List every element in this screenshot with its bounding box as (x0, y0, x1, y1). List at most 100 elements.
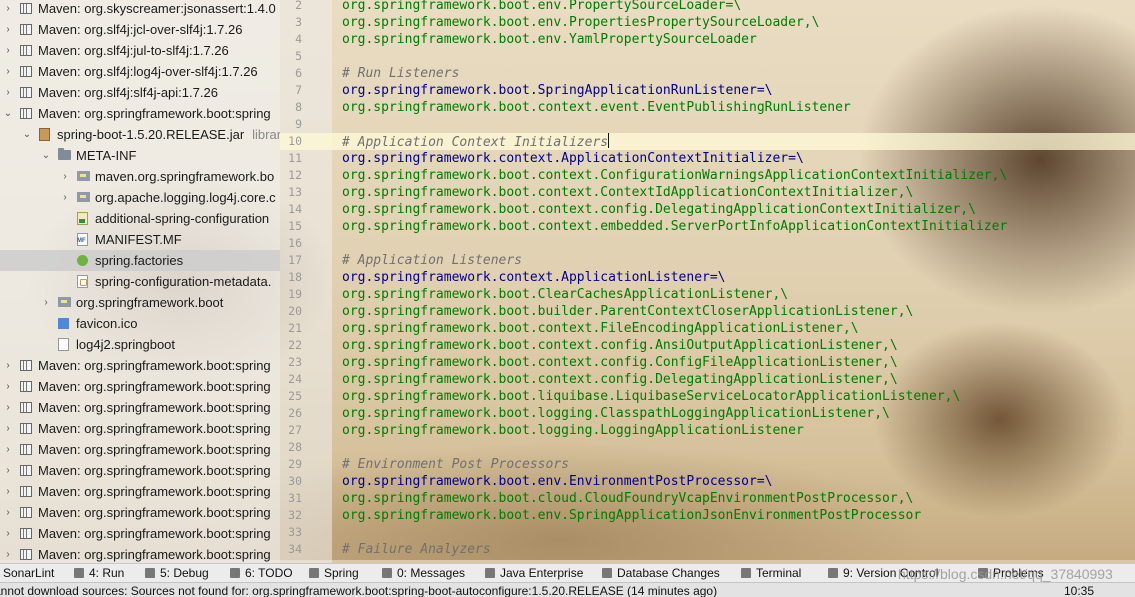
tree-item[interactable]: › Maven: org.springframework.boot:spring (0, 460, 280, 481)
collapsed-arrow-icon[interactable]: › (2, 544, 14, 563)
code-line[interactable]: 24 org.springframework.boot.context.confi… (280, 371, 1135, 388)
status-message[interactable]: annot download sources: Sources not foun… (0, 583, 717, 597)
collapsed-arrow-icon[interactable]: › (2, 481, 14, 502)
code-line[interactable]: 11 org.springframework.context.Applicatio… (280, 150, 1135, 167)
code-line[interactable]: 26 org.springframework.boot.logging.Class… (280, 405, 1135, 422)
code-line[interactable]: 31 org.springframework.boot.cloud.CloudFo… (280, 490, 1135, 507)
tree-item[interactable]: ⌄ Maven: org.springframework.boot:spring (0, 103, 280, 124)
code-line[interactable]: 8 org.springframework.boot.context.event.… (280, 99, 1135, 116)
tool-window-sonarlint[interactable]: SonarLint (3, 564, 54, 582)
tree-item[interactable]: additional-spring-configuration (0, 208, 280, 229)
tree-item[interactable]: › Maven: org.springframework.boot:spring (0, 418, 280, 439)
code-line[interactable]: 10 # Application Context Initializers (280, 133, 1135, 150)
tree-item[interactable]: › Maven: org.slf4j:jul-to-slf4j:1.7.26 (0, 40, 280, 61)
collapsed-arrow-icon[interactable]: › (2, 418, 14, 439)
code-line[interactable]: 23 org.springframework.boot.context.confi… (280, 354, 1135, 371)
code-line[interactable]: 21 org.springframework.boot.context.FileE… (280, 320, 1135, 337)
code-line[interactable]: 20 org.springframework.boot.builder.Paren… (280, 303, 1135, 320)
tree-item[interactable]: › Maven: org.springframework.boot:spring (0, 439, 280, 460)
tree-item[interactable]: › Maven: org.skyscreamer:jsonassert:1.4.0 (0, 0, 280, 19)
tree-item[interactable]: ⌄ META-INF (0, 145, 280, 166)
code-line[interactable]: 18 org.springframework.context.Applicatio… (280, 269, 1135, 286)
collapsed-arrow-icon[interactable]: › (2, 439, 14, 460)
code-line[interactable]: 13 org.springframework.boot.context.Conte… (280, 184, 1135, 201)
tree-item[interactable]: › org.springframework.boot (0, 292, 280, 313)
tool-window-run[interactable]: 4: Run (74, 564, 124, 582)
code-line[interactable]: 7 org.springframework.boot.SpringApplicat… (280, 82, 1135, 99)
project-tree[interactable]: › Maven: org.skyscreamer:jsonassert:1.4.0… (0, 0, 280, 563)
tree-item[interactable]: log4j2.springboot (0, 334, 280, 355)
expanded-arrow-icon[interactable]: ⌄ (21, 124, 33, 145)
tree-item[interactable]: spring-configuration-metadata. (0, 271, 280, 292)
tree-item[interactable]: › maven.org.springframework.bo (0, 166, 280, 187)
code-line[interactable]: 2 org.springframework.boot.env.PropertySo… (280, 0, 1135, 14)
tool-window-java-enterprise[interactable]: Java Enterprise (485, 564, 583, 582)
tree-item[interactable]: › Maven: org.springframework.boot:spring (0, 481, 280, 502)
code-line[interactable]: 12 org.springframework.boot.context.Confi… (280, 167, 1135, 184)
code-line[interactable]: 19 org.springframework.boot.ClearCachesAp… (280, 286, 1135, 303)
collapsed-arrow-icon[interactable]: › (2, 40, 14, 61)
manifest-file-icon (77, 233, 88, 246)
tree-item[interactable]: MANIFEST.MF (0, 229, 280, 250)
code-line[interactable]: 29 # Environment Post Processors (280, 456, 1135, 473)
tree-item[interactable]: › Maven: org.slf4j:jcl-over-slf4j:1.7.26 (0, 19, 280, 40)
code-line[interactable]: 15 org.springframework.boot.context.embed… (280, 218, 1135, 235)
code-line[interactable]: 3 org.springframework.boot.env.Properties… (280, 14, 1135, 31)
tool-window-database-changes[interactable]: Database Changes (602, 564, 720, 582)
code-line[interactable]: 17 # Application Listeners (280, 252, 1135, 269)
line-number: 22 (288, 338, 302, 352)
tool-window-messages[interactable]: 0: Messages (382, 564, 465, 582)
caret-position[interactable]: 10:35 (1064, 583, 1094, 597)
code-line[interactable]: 34 # Failure Analyzers (280, 541, 1135, 558)
code-line[interactable]: 16 (280, 235, 1135, 252)
tree-item[interactable]: › org.apache.logging.log4j.core.c (0, 187, 280, 208)
collapsed-arrow-icon[interactable]: › (2, 460, 14, 481)
tree-item-label: META-INF (76, 145, 136, 166)
tree-item[interactable]: › Maven: org.slf4j:slf4j-api:1.7.26 (0, 82, 280, 103)
tree-item[interactable]: favicon.ico (0, 313, 280, 334)
collapsed-arrow-icon[interactable]: › (2, 82, 14, 103)
code-line[interactable]: 25 org.springframework.boot.liquibase.Liq… (280, 388, 1135, 405)
tool-window-todo[interactable]: 6: TODO (230, 564, 293, 582)
code-line[interactable]: 6 # Run Listeners (280, 65, 1135, 82)
tree-item[interactable]: ⌄ spring-boot-1.5.20.RELEASE.jar library (0, 124, 280, 145)
collapsed-arrow-icon[interactable]: › (40, 292, 52, 313)
collapsed-arrow-icon[interactable]: › (59, 187, 71, 208)
tree-item[interactable]: › Maven: org.springframework.boot:spring (0, 523, 280, 544)
collapsed-arrow-icon[interactable]: › (2, 0, 14, 19)
tool-window-terminal[interactable]: Terminal (741, 564, 801, 582)
tree-item[interactable]: › Maven: org.springframework.boot:spring (0, 544, 280, 563)
expanded-arrow-icon[interactable]: ⌄ (40, 145, 52, 166)
tree-item[interactable]: › Maven: org.springframework.boot:spring (0, 355, 280, 376)
collapsed-arrow-icon[interactable]: › (2, 61, 14, 82)
tree-item[interactable]: › Maven: org.springframework.boot:spring (0, 397, 280, 418)
code-editor[interactable]: 2 org.springframework.boot.env.PropertySo… (280, 0, 1135, 563)
collapsed-arrow-icon[interactable]: › (59, 166, 71, 187)
tree-item[interactable]: › Maven: org.slf4j:log4j-over-slf4j:1.7.2… (0, 61, 280, 82)
code-line[interactable]: 9 (280, 116, 1135, 133)
collapsed-arrow-icon[interactable]: › (2, 19, 14, 40)
collapsed-arrow-icon[interactable]: › (2, 523, 14, 544)
collapsed-arrow-icon[interactable]: › (2, 502, 14, 523)
code-line[interactable]: 5 (280, 48, 1135, 65)
collapsed-arrow-icon[interactable]: › (2, 397, 14, 418)
expanded-arrow-icon[interactable]: ⌄ (2, 103, 14, 124)
code-line[interactable]: 22 org.springframework.boot.context.confi… (280, 337, 1135, 354)
tree-item[interactable]: spring.factories (0, 250, 280, 271)
collapsed-arrow-icon[interactable]: › (2, 355, 14, 376)
code-text: org.springframework.boot.env.Environment… (342, 473, 772, 490)
collapsed-arrow-icon[interactable]: › (2, 376, 14, 397)
property-value: org.springframework.boot.context.Configu… (342, 168, 1008, 183)
code-line[interactable]: 14 org.springframework.boot.context.confi… (280, 201, 1135, 218)
tool-window-spring[interactable]: Spring (309, 564, 359, 582)
tree-item[interactable]: › Maven: org.springframework.boot:spring (0, 502, 280, 523)
code-line[interactable]: 27 org.springframework.boot.logging.Loggi… (280, 422, 1135, 439)
code-line[interactable]: 4 org.springframework.boot.env.YamlProper… (280, 31, 1135, 48)
code-text: # Run Listeners (342, 65, 459, 82)
code-line[interactable]: 28 (280, 439, 1135, 456)
code-line[interactable]: 33 (280, 524, 1135, 541)
tool-window-debug[interactable]: 5: Debug (145, 564, 209, 582)
tree-item[interactable]: › Maven: org.springframework.boot:spring (0, 376, 280, 397)
code-line[interactable]: 32 org.springframework.boot.env.SpringApp… (280, 507, 1135, 524)
code-line[interactable]: 30 org.springframework.boot.env.Environme… (280, 473, 1135, 490)
